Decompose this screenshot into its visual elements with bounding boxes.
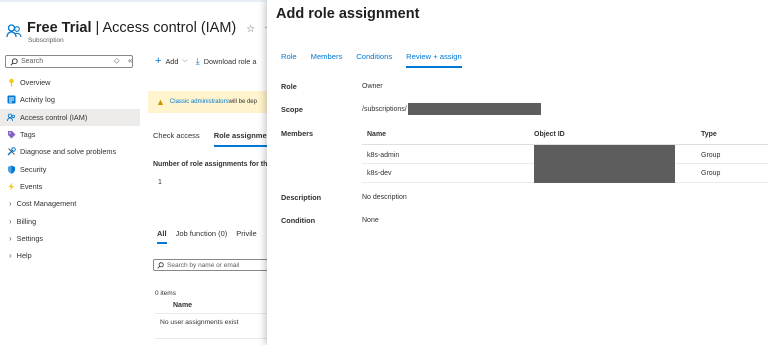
add-button[interactable]: + Add ⌵ bbox=[155, 55, 188, 67]
filter-tabs: All Job function (0) Privile bbox=[157, 229, 266, 244]
sidebar-item-cost-management[interactable]: › Cost Management bbox=[0, 195, 140, 212]
tag-icon bbox=[7, 130, 16, 139]
sidebar-item-tags[interactable]: Tags bbox=[0, 126, 140, 143]
role-label: Role bbox=[281, 82, 297, 91]
banner-text: will be dep bbox=[228, 99, 257, 105]
collapse-menu-icon[interactable]: « bbox=[128, 56, 132, 65]
search-icon bbox=[157, 261, 164, 269]
sidebar-item-diagnose[interactable]: Diagnose and solve problems bbox=[0, 143, 140, 160]
sidebar-item-access-control[interactable]: Access control (IAM) bbox=[0, 108, 140, 126]
sidebar-item-help[interactable]: › Help bbox=[0, 247, 140, 264]
sidebar-item-settings[interactable]: › Settings bbox=[0, 230, 140, 247]
header-divider bbox=[155, 313, 268, 314]
members-col-name[interactable]: Name bbox=[367, 131, 386, 138]
activity-log-icon bbox=[7, 95, 16, 104]
page-title: Free Trial | Access control (IAM) bbox=[27, 20, 236, 36]
tab-role-assignments[interactable]: Role assignment bbox=[213, 131, 274, 147]
items-count: 0 items bbox=[155, 290, 176, 297]
star-outline-icon[interactable]: ☆ bbox=[246, 24, 255, 35]
sidebar-item-events[interactable]: Events bbox=[0, 178, 140, 195]
plus-icon: + bbox=[155, 55, 162, 67]
tab-privileged[interactable]: Privile bbox=[236, 229, 256, 244]
classic-admins-link[interactable]: Classic administrators bbox=[170, 99, 229, 105]
sidebar-item-label: Security bbox=[20, 164, 47, 174]
members-col-type[interactable]: Type bbox=[701, 131, 717, 138]
sidebar-item-overview[interactable]: Overview bbox=[0, 74, 140, 91]
redacted-subscription-id bbox=[408, 103, 541, 115]
title-resource: Free Trial bbox=[27, 20, 92, 36]
chevron-down-icon: ⌵ bbox=[182, 57, 188, 64]
sidebar-item-label: Tags bbox=[20, 130, 36, 140]
tab-members[interactable]: Members bbox=[311, 52, 343, 68]
sidebar-item-label: Help bbox=[16, 251, 32, 261]
key-icon bbox=[7, 78, 16, 87]
member-name: k8s-dev bbox=[367, 170, 392, 177]
search-icon bbox=[10, 57, 18, 66]
warning-banner: ▲ Classic administrators will be dep bbox=[148, 91, 268, 113]
user-search-input[interactable]: Search by name or email bbox=[153, 259, 268, 271]
tab-review-assign[interactable]: Review + assign bbox=[406, 52, 462, 68]
sidebar-item-label: Cost Management bbox=[16, 199, 77, 209]
sidebar-item-label: Settings bbox=[16, 233, 44, 243]
row-divider bbox=[155, 338, 268, 339]
download-button[interactable]: ⤓ Download role a bbox=[196, 56, 257, 67]
description-value: No description bbox=[362, 194, 407, 201]
page-header: Free Trial | Access control (IAM) Subscr… bbox=[6, 20, 274, 44]
wizard-tabs: Role Members Conditions Review + assign bbox=[281, 52, 476, 68]
sidebar-item-label: Access control (IAM) bbox=[20, 112, 88, 122]
chevron-right-icon: › bbox=[9, 233, 12, 243]
add-label: Add bbox=[165, 56, 179, 66]
download-icon: ⤓ bbox=[195, 55, 200, 66]
member-type: Group bbox=[701, 152, 721, 159]
title-section: | Access control (IAM) bbox=[91, 20, 237, 36]
condition-value: None bbox=[362, 217, 379, 224]
tab-job-function[interactable]: Job function (0) bbox=[176, 229, 228, 244]
search-placeholder: Search bbox=[21, 58, 44, 65]
sidebar-item-label: Overview bbox=[20, 78, 51, 88]
name-column-header[interactable]: Name bbox=[173, 302, 192, 309]
download-label: Download role a bbox=[203, 56, 257, 66]
lightning-icon bbox=[7, 182, 16, 191]
sidebar-item-billing[interactable]: › Billing bbox=[0, 212, 140, 229]
scope-value: /subscriptions/ bbox=[362, 106, 407, 113]
chevron-right-icon: › bbox=[9, 216, 12, 226]
sidebar-item-label: Events bbox=[20, 181, 43, 191]
description-label: Description bbox=[281, 193, 322, 202]
tab-all[interactable]: All bbox=[157, 229, 167, 244]
members-label: Members bbox=[281, 129, 314, 138]
role-assignments-count-value: 1 bbox=[158, 179, 162, 186]
sidebar-nav: Overview Activity log Access control (IA… bbox=[0, 74, 140, 264]
expand-collapse-icon[interactable]: ⬦ bbox=[114, 56, 120, 66]
tab-conditions[interactable]: Conditions bbox=[356, 52, 392, 68]
members-col-object-id[interactable]: Object ID bbox=[534, 131, 565, 138]
user-search-placeholder: Search by name or email bbox=[167, 261, 240, 269]
command-toolbar: + Add ⌵ ⤓ Download role a bbox=[155, 55, 264, 67]
page-subtitle: Subscription bbox=[28, 37, 64, 44]
blade-title: Add role assignment bbox=[276, 6, 420, 22]
member-type: Group bbox=[701, 170, 721, 177]
tab-role[interactable]: Role bbox=[281, 52, 297, 68]
empty-state-text: No user assignments exist bbox=[160, 319, 239, 326]
member-name: k8s-admin bbox=[367, 152, 400, 159]
add-role-assignment-blade: Add role assignment Role Members Conditi… bbox=[267, 0, 768, 345]
sidebar-item-security[interactable]: Security bbox=[0, 160, 140, 177]
redacted-object-ids bbox=[534, 145, 675, 183]
tab-check-access[interactable]: Check access bbox=[153, 131, 200, 147]
sidebar-item-activity-log[interactable]: Activity log bbox=[0, 91, 140, 108]
sidebar-item-label: Billing bbox=[16, 216, 37, 226]
chevron-right-icon: › bbox=[9, 199, 12, 209]
sidebar-item-label: Diagnose and solve problems bbox=[20, 147, 117, 157]
sidebar-item-label: Activity log bbox=[20, 95, 55, 105]
role-assignments-count-label: Number of role assignments for th bbox=[153, 161, 268, 168]
shield-icon bbox=[7, 165, 16, 174]
condition-label: Condition bbox=[281, 216, 316, 225]
wrench-icon bbox=[7, 147, 16, 156]
people-icon bbox=[6, 24, 22, 38]
scope-label: Scope bbox=[281, 105, 303, 114]
warning-icon: ▲ bbox=[156, 97, 165, 107]
people-icon bbox=[7, 113, 16, 122]
chevron-right-icon: › bbox=[9, 251, 12, 261]
role-value: Owner bbox=[362, 83, 383, 90]
